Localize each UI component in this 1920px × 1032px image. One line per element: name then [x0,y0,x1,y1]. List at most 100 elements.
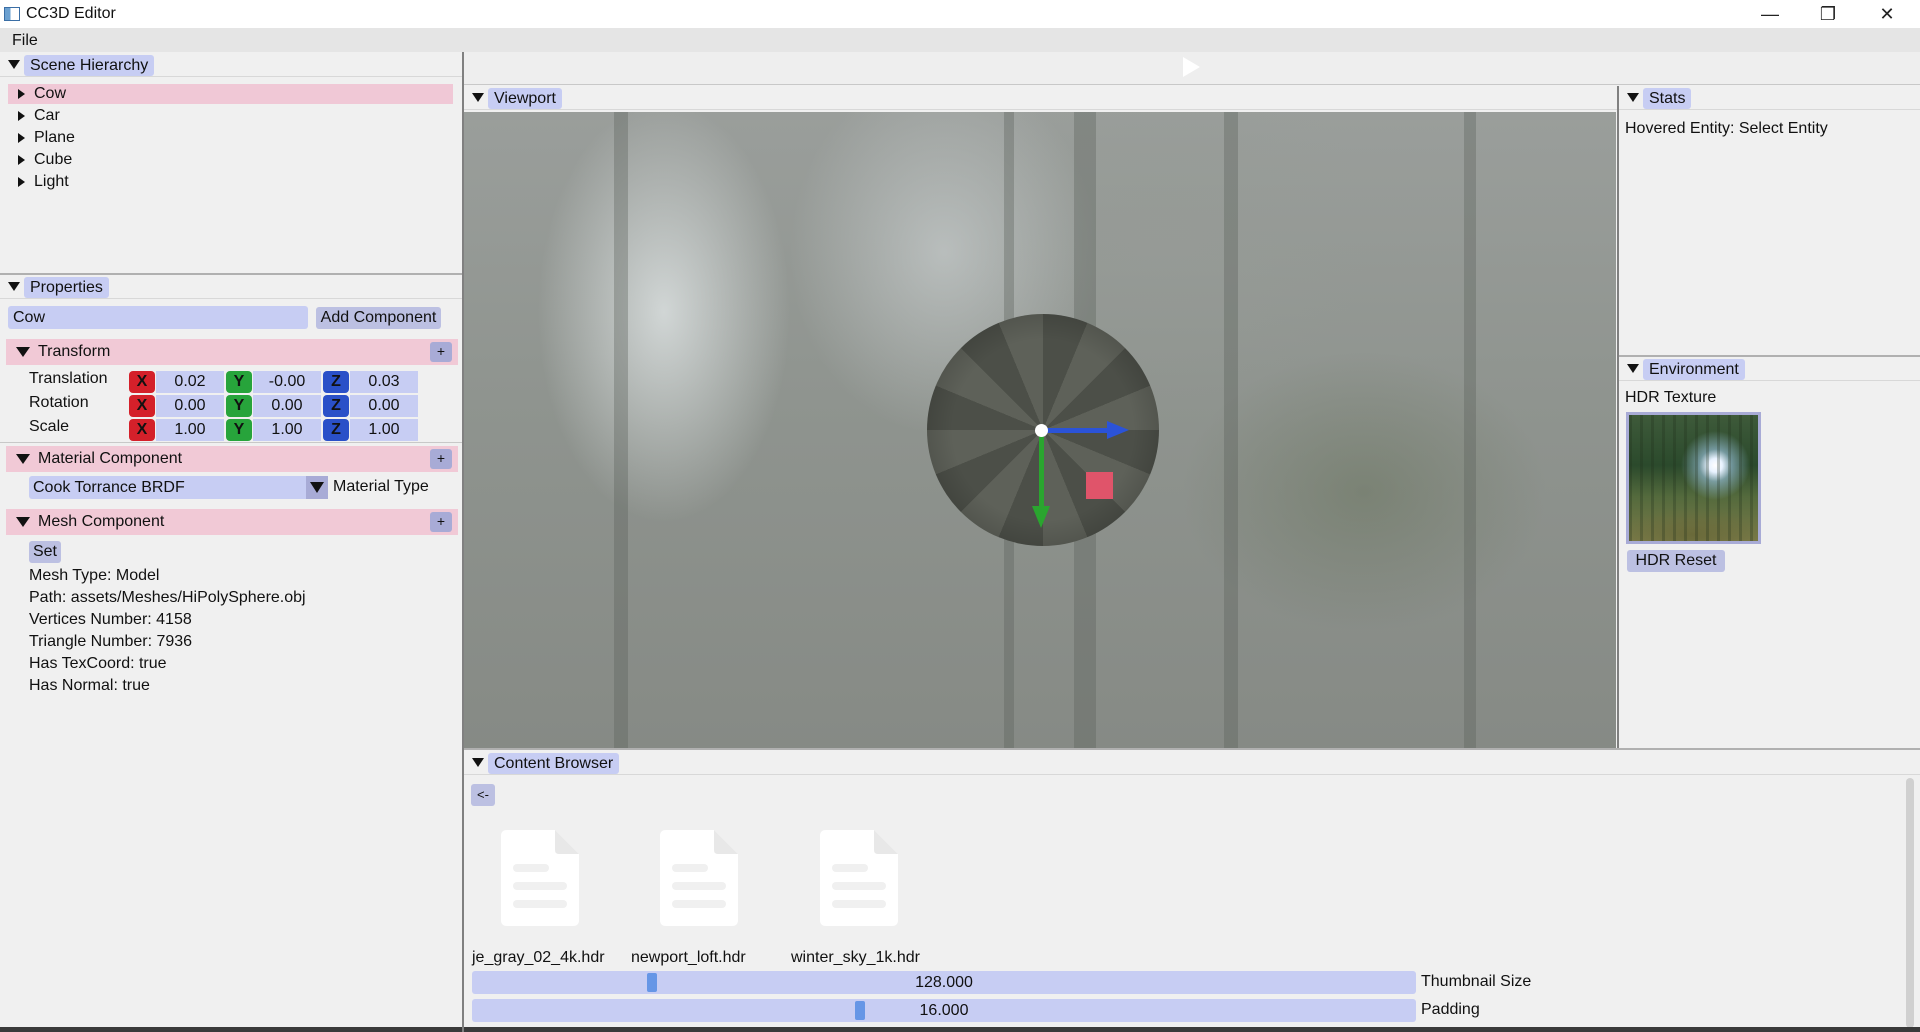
axis-y-button[interactable]: Y [226,395,252,417]
translation-y-field[interactable]: -0.00 [253,371,321,393]
section-title: Transform [38,343,111,360]
menu-bar: File [0,28,1920,52]
tab-viewport[interactable]: Viewport [488,88,562,109]
file-name[interactable]: newport_loft.hdr [631,949,746,967]
thumbnail-size-label: Thumbnail Size [1421,973,1532,990]
hdr-texture-label: HDR Texture [1625,389,1717,406]
gizmo-y-axis[interactable] [1039,432,1044,510]
mesh-info-line: Has TexCoord: true [29,655,167,672]
material-plus-button[interactable]: + [430,449,452,469]
entity-name-input[interactable]: Cow [8,306,308,329]
scale-x-field[interactable]: 1.00 [156,419,224,441]
material-section-header[interactable]: Material Component + [6,446,458,472]
mesh-info-line: Vertices Number: 4158 [29,611,192,628]
rotation-y-field[interactable]: 0.00 [253,395,321,417]
file-icon[interactable] [499,828,581,928]
file-icon[interactable] [818,828,900,928]
transform-plus-button[interactable]: + [430,342,452,362]
expand-arrow-icon[interactable] [18,133,25,143]
collapse-arrow-icon[interactable] [16,517,30,527]
mesh-plus-button[interactable]: + [430,512,452,532]
tab-scene-hierarchy[interactable]: Scene Hierarchy [24,55,155,76]
material-type-label: Material Type [333,478,429,495]
file-icon[interactable] [658,828,740,928]
hierarchy-item-cow[interactable]: Cow [8,84,453,104]
axis-x-button[interactable]: X [129,371,155,393]
collapse-arrow-icon[interactable] [16,454,30,464]
minimize-button[interactable]: — [1741,0,1799,28]
collapse-arrow-icon[interactable] [16,347,30,357]
mesh-info-line: Path: assets/Meshes/HiPolySphere.obj [29,589,306,606]
hierarchy-item-label: Plane [34,129,75,146]
close-button[interactable]: ✕ [1858,0,1916,28]
rotation-x-field[interactable]: 0.00 [156,395,224,417]
axis-y-button[interactable]: Y [226,371,252,393]
collapse-arrow-icon[interactable] [8,60,20,69]
menu-file[interactable]: File [12,32,38,50]
expand-arrow-icon[interactable] [18,111,25,121]
scale-label: Scale [29,418,70,435]
play-icon[interactable] [1183,57,1200,77]
gizmo-x-arrow-icon[interactable] [1107,421,1129,439]
file-name[interactable]: winter_sky_1k.hdr [791,949,920,967]
window-title: CC3D Editor [26,5,116,22]
axis-z-button[interactable]: Z [323,395,349,417]
collapse-arrow-icon[interactable] [8,282,20,291]
properties-header: Properties [0,275,462,299]
hierarchy-item-plane[interactable]: Plane [8,128,453,148]
collapse-arrow-icon[interactable] [1627,93,1639,102]
padding-slider[interactable]: 16.000 [472,999,1416,1022]
tab-environment[interactable]: Environment [1643,359,1745,380]
expand-arrow-icon[interactable] [18,177,25,187]
bottom-edge [464,1027,1920,1032]
tab-properties[interactable]: Properties [24,277,109,298]
back-button[interactable]: <- [471,784,495,806]
hierarchy-item-light[interactable]: Light [8,172,453,192]
hierarchy-item-cube[interactable]: Cube [8,150,453,170]
add-component-button[interactable]: Add Component [316,307,441,329]
hierarchy-item-car[interactable]: Car [8,106,453,126]
hierarchy-item-label: Cube [34,151,73,168]
collapse-arrow-icon[interactable] [472,758,484,767]
expand-arrow-icon[interactable] [18,155,25,165]
viewport-canvas[interactable] [464,112,1616,748]
viewport-header: Viewport [464,86,1617,110]
rotation-label: Rotation [29,394,89,411]
gizmo-plane-handle[interactable] [1086,472,1113,499]
maximize-button[interactable]: ❐ [1799,0,1857,28]
scale-y-field[interactable]: 1.00 [253,419,321,441]
axis-y-button[interactable]: Y [226,419,252,441]
rotation-z-field[interactable]: 0.00 [350,395,418,417]
translation-x-field[interactable]: 0.02 [156,371,224,393]
expand-arrow-icon[interactable] [18,89,25,99]
tab-stats[interactable]: Stats [1643,88,1692,109]
gizmo-center-handle[interactable] [1035,424,1048,437]
title-bar: CC3D Editor — ❐ ✕ [0,0,1920,28]
mesh-section-header[interactable]: Mesh Component + [6,509,458,535]
mesh-info-line: Mesh Type: Model [29,567,160,584]
hdr-reset-button[interactable]: HDR Reset [1627,550,1725,572]
axis-z-button[interactable]: Z [323,371,349,393]
content-browser-scrollbar[interactable] [1906,778,1914,1028]
material-type-select[interactable]: Cook Torrance BRDF [29,476,326,499]
mesh-set-button[interactable]: Set [29,541,61,563]
gizmo-x-axis[interactable] [1041,428,1111,433]
scale-z-field[interactable]: 1.00 [350,419,418,441]
chevron-down-icon [310,482,324,493]
transform-section-header[interactable]: Transform + [6,339,458,365]
collapse-arrow-icon[interactable] [472,93,484,102]
gizmo-y-arrow-icon[interactable] [1032,506,1050,528]
collapse-arrow-icon[interactable] [1627,364,1639,373]
thumbnail-size-slider[interactable]: 128.000 [472,971,1416,994]
file-name[interactable]: je_gray_02_4k.hdr [472,949,605,967]
material-dropdown-button[interactable] [306,476,328,499]
hovered-entity-text: Hovered Entity: Select Entity [1625,120,1828,137]
axis-z-button[interactable]: Z [323,419,349,441]
translation-label: Translation [29,370,108,387]
tab-content-browser[interactable]: Content Browser [488,753,620,774]
axis-x-button[interactable]: X [129,395,155,417]
axis-x-button[interactable]: X [129,419,155,441]
translation-z-field[interactable]: 0.03 [350,371,418,393]
hdr-texture-thumbnail[interactable] [1626,412,1761,544]
bottom-edge [0,1027,462,1032]
